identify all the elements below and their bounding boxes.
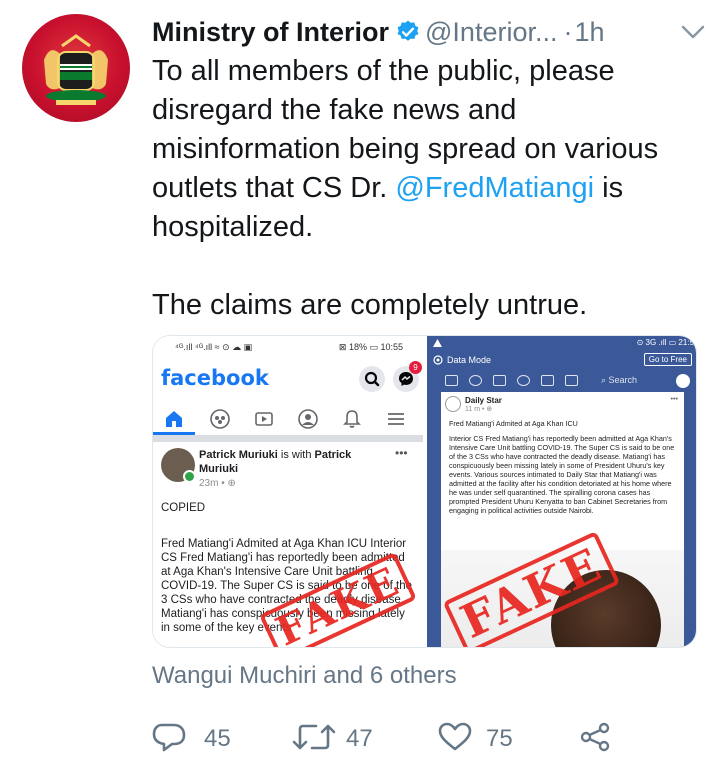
share-icon <box>580 722 610 752</box>
post-author: Patrick Muriuki <box>199 449 278 461</box>
search-icon <box>359 366 385 392</box>
status-right-2: ⊙ 3G .ıll ▭ 21:5 <box>636 338 694 347</box>
post-meta: 23m • ⊕ <box>199 478 236 489</box>
coat-of-arms-icon <box>44 34 108 105</box>
page-name: Daily Star <box>465 396 502 405</box>
author-handle[interactable]: @Interior... <box>425 17 557 47</box>
watch-icon <box>255 412 273 426</box>
mention-link[interactable]: @FredMatiangi <box>395 172 594 204</box>
post-more-icon: ••• <box>395 446 408 460</box>
reply-icon <box>152 723 186 752</box>
separator: · <box>563 17 573 47</box>
retweet-count: 47 <box>346 725 373 752</box>
nav-watch-icon <box>493 375 506 386</box>
groups-icon <box>210 409 230 429</box>
phone-status-bar: ⁴ᴳ.ıll ⁴ᴳ.ıll ≈ ⊙ ☁ ▣ ⊠ 18% ▭ 10:55 <box>153 336 423 358</box>
share-button[interactable] <box>578 716 618 756</box>
profile-icon <box>298 409 318 429</box>
tweet-text: To all members of the public, please dis… <box>152 52 712 325</box>
tweet-header: Ministry of Interior @Interior... ·1h <box>152 10 712 54</box>
messenger-icon-2 <box>676 374 690 388</box>
search-label: ⌕ Search <box>601 375 638 385</box>
messenger-icon: 9 <box>393 361 422 392</box>
retweet-icon <box>292 724 336 750</box>
nav-friends-icon <box>469 375 482 386</box>
like-count: 75 <box>486 725 513 752</box>
post-author-avatar <box>161 448 196 483</box>
status-left: ⁴ᴳ.ıll ⁴ᴳ.ıll ≈ ⊙ ☁ ▣ <box>175 342 253 352</box>
like-icon <box>438 722 472 751</box>
tweet-paragraph-1: To all members of the public, please dis… <box>152 55 659 243</box>
feed-divider <box>153 436 423 442</box>
nav-home-icon <box>445 375 458 386</box>
like-button[interactable]: 75 <box>438 716 548 756</box>
likers-text[interactable]: Wangui Muchiri and 6 others <box>152 662 457 690</box>
status-right: ⊠ 18% ▭ 10:55 <box>338 342 403 352</box>
nav-bell-icon <box>541 375 554 386</box>
menu-icon <box>388 413 404 425</box>
post-copied: COPIED <box>161 502 206 514</box>
daily-star-card: Daily Star 11 m • ⊕ ••• Fred Matiang'i A… <box>441 392 684 550</box>
daily-star-logo <box>445 396 461 412</box>
page-time: 11 m • ⊕ <box>465 406 493 413</box>
article-body: Interior CS Fred Matiang'i has reportedl… <box>449 434 675 515</box>
media-image-daily-star-post[interactable]: ⊙ 3G .ıll ▭ 21:5 Data Mode Go to Free ⌕ … <box>427 336 696 647</box>
nav-menu-icon <box>565 375 578 386</box>
data-mode-label: Data Mode <box>447 355 492 365</box>
verified-badge-icon <box>397 20 419 41</box>
data-mode-icon <box>433 355 443 365</box>
page-more-icon: ••• <box>670 394 678 403</box>
nav-profile-icon <box>517 375 530 386</box>
data-mode-bar: Data Mode Go to Free <box>427 350 696 370</box>
media-image-facebook-post[interactable]: ⁴ᴳ.ıll ⁴ᴳ.ıll ≈ ⊙ ☁ ▣ ⊠ 18% ▭ 10:55 face… <box>153 336 423 647</box>
home-icon <box>166 411 182 427</box>
facebook-logo: facebook <box>161 366 269 390</box>
post-header: Patrick Muriuki is with Patrick Muriuki … <box>199 449 352 489</box>
facebook-lite-nav: ⌕ Search <box>427 370 696 392</box>
reply-count: 45 <box>204 725 231 752</box>
tweet-media[interactable]: ⁴ᴳ.ıll ⁴ᴳ.ıll ≈ ⊙ ☁ ▣ ⊠ 18% ▭ 10:55 face… <box>152 335 697 648</box>
go-to-free-button: Go to Free <box>643 353 692 366</box>
phone-status-bar-2: ⊙ 3G .ıll ▭ 21:5 <box>427 336 696 350</box>
bell-icon <box>343 410 361 428</box>
warning-icon <box>433 339 442 347</box>
reply-button[interactable]: 45 <box>152 716 262 756</box>
tweet-time[interactable]: 1h <box>574 17 604 47</box>
retweet-button[interactable]: 47 <box>292 716 402 756</box>
tweet-paragraph-2: The claims are completely untrue. <box>152 289 588 321</box>
author-avatar[interactable] <box>22 14 130 122</box>
caret-down-icon[interactable] <box>680 22 706 42</box>
author-name[interactable]: Ministry of Interior <box>152 17 389 47</box>
active-tab-indicator <box>153 432 195 435</box>
article-title: Fred Matiang'i Admited at Aga Khan ICU <box>449 419 578 428</box>
tweet-actions: 45 47 75 <box>152 716 712 756</box>
messenger-badge: 9 <box>409 361 422 374</box>
facebook-nav-bar <box>153 402 423 436</box>
